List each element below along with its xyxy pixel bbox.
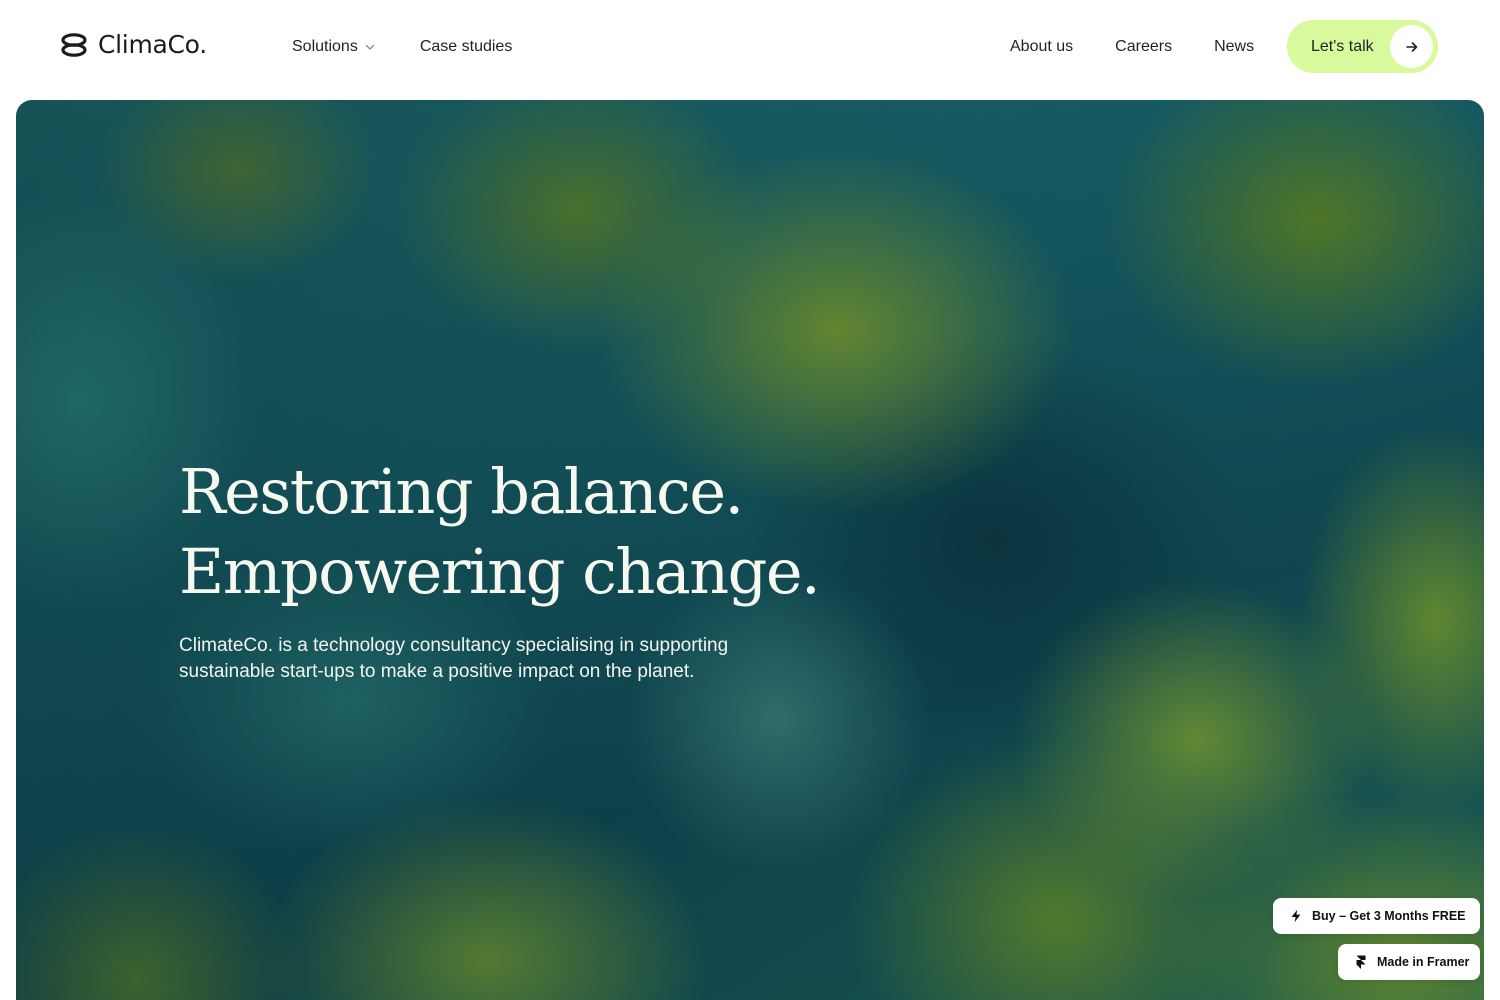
nav-news[interactable]: News <box>1214 36 1254 58</box>
site-header: ClimaCo. Solutions Case studies About us… <box>0 0 1500 94</box>
framer-icon <box>1356 955 1366 969</box>
primary-nav: Solutions Case studies <box>292 36 512 58</box>
nav-case-studies[interactable]: Case studies <box>420 36 513 58</box>
secondary-nav: About us Careers News <box>1010 36 1254 58</box>
buy-promo-badge[interactable]: Buy – Get 3 Months FREE <box>1273 898 1480 934</box>
made-in-framer-badge[interactable]: Made in Framer <box>1338 944 1480 980</box>
chevron-down-icon <box>365 44 375 50</box>
hero-title-line-2: Empowering change. <box>179 535 821 608</box>
lets-talk-button[interactable]: Let's talk <box>1287 20 1438 73</box>
buy-promo-label: Buy – Get 3 Months FREE <box>1312 909 1466 923</box>
lets-talk-label: Let's talk <box>1311 37 1374 55</box>
hero-subtitle-line-2: sustainable start-ups to make a positive… <box>179 661 695 682</box>
hero-section: Restoring balance. Empowering change. Cl… <box>16 100 1484 1000</box>
nav-case-studies-label: Case studies <box>419 38 513 55</box>
lightning-icon <box>1291 909 1301 923</box>
logo-mark-icon <box>61 32 87 57</box>
hero-title: Restoring balance. Empowering change. <box>179 452 821 612</box>
hero-title-line-1: Restoring balance. <box>179 455 744 528</box>
hero-subtitle: ClimateCo. is a technology consultancy s… <box>179 633 799 685</box>
made-in-framer-label: Made in Framer <box>1377 955 1470 969</box>
brand-logo[interactable]: ClimaCo. <box>60 30 207 59</box>
nav-about-us[interactable]: About us <box>1010 36 1073 58</box>
brand-name: ClimaCo. <box>98 30 207 59</box>
nav-solutions-label: Solutions <box>292 38 358 55</box>
nav-careers[interactable]: Careers <box>1115 36 1172 58</box>
hero-subtitle-line-1: ClimateCo. is a technology consultancy s… <box>179 635 729 656</box>
cta-arrow-circle <box>1390 25 1433 68</box>
arrow-right-icon <box>1405 41 1417 52</box>
nav-solutions[interactable]: Solutions <box>292 36 376 58</box>
